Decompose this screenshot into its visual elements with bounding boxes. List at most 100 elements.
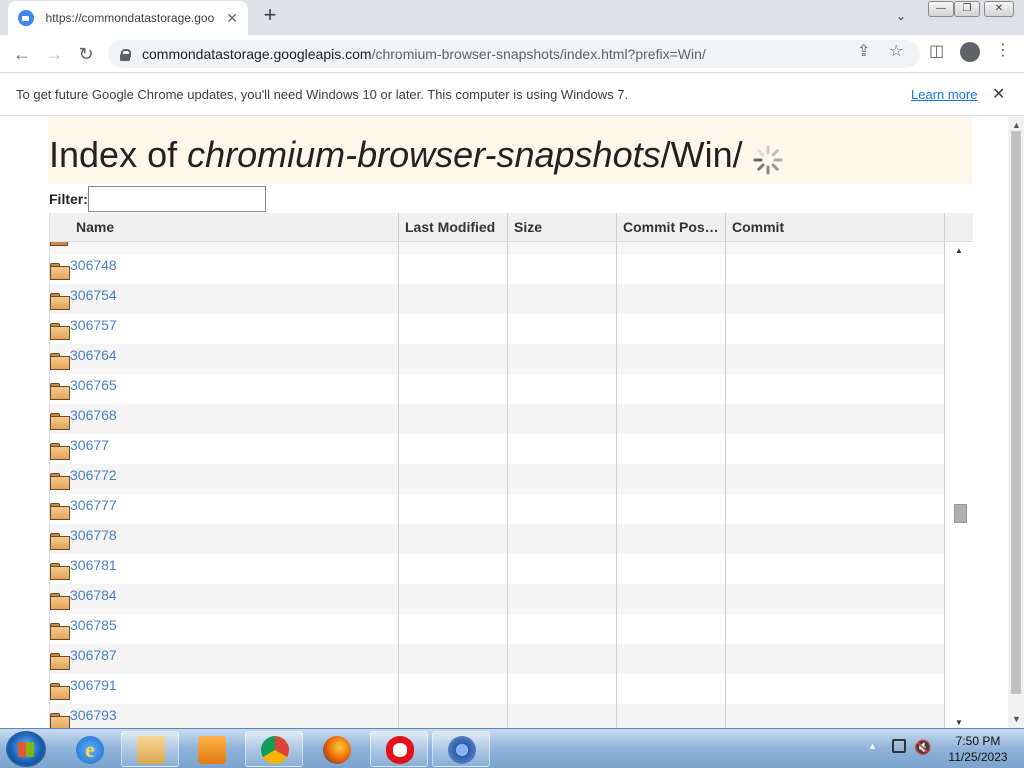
folder-icon [50, 533, 70, 550]
taskbar-chrome[interactable] [245, 731, 303, 767]
taskbar-media-player[interactable] [182, 731, 240, 767]
column-divider [398, 213, 399, 728]
window-close-button[interactable]: ✕ [984, 1, 1014, 17]
column-header-size[interactable]: Size [508, 213, 617, 242]
folder-icon [50, 593, 70, 610]
site-favicon-icon [18, 10, 34, 26]
table-row: 30677 [50, 434, 945, 464]
table-row: 306757 [50, 314, 945, 344]
page-scrollbar[interactable]: ▲ ▼ [1008, 116, 1024, 728]
folder-icon [50, 503, 70, 520]
directory-link[interactable]: 306764 [70, 347, 117, 363]
folder-icon [50, 293, 70, 310]
table-row: 306781 [50, 554, 945, 584]
network-icon[interactable] [892, 739, 906, 753]
taskbar-chromium[interactable] [432, 731, 490, 767]
page-viewport: Index of chromium-browser-snapshots/Win/… [0, 116, 1008, 728]
learn-more-link[interactable]: Learn more [911, 87, 977, 102]
page-scroll-thumb[interactable] [1011, 131, 1021, 694]
page-scroll-down-icon[interactable]: ▼ [1012, 714, 1021, 724]
directory-link[interactable]: 306787 [70, 647, 117, 663]
column-header-name[interactable]: Name [70, 213, 399, 242]
folder-icon [50, 623, 70, 640]
restore-button[interactable]: ❐ [954, 1, 980, 17]
folder-icon [50, 323, 70, 340]
directory-link[interactable]: 306793 [70, 707, 117, 723]
folder-icon [50, 263, 70, 280]
scroll-up-arrow-icon[interactable]: ▲ [955, 246, 963, 255]
opera-icon [386, 736, 414, 764]
share-icon[interactable]: ⇪ [857, 41, 870, 61]
directory-link[interactable]: 306754 [70, 287, 117, 303]
scroll-down-arrow-icon[interactable]: ▼ [955, 718, 963, 727]
column-header-last-modified[interactable]: Last Modified [399, 213, 508, 242]
folder-icon [50, 713, 70, 728]
profile-avatar-icon[interactable] [960, 42, 980, 62]
table-row-partial [50, 242, 945, 254]
table-header: Name Last Modified Size Commit Pos… Comm… [50, 213, 973, 242]
system-clock[interactable]: 7:50 PM 11/25/2023 [938, 733, 1018, 765]
table-row: 306778 [50, 524, 945, 554]
column-header-commit-position[interactable]: Commit Pos… [617, 213, 726, 242]
windows-taskbar: e ▲ 🔇 7:50 PM 11/25/2023 [0, 728, 1024, 768]
directory-link[interactable]: 306765 [70, 377, 117, 393]
table-row: 306765 [50, 374, 945, 404]
file-table: Name Last Modified Size Commit Pos… Comm… [49, 213, 973, 728]
table-scrollbar[interactable]: ▲ ▼ [945, 242, 973, 728]
url-host: commondatastorage.googleapis.com [142, 46, 372, 62]
chromium-icon [448, 736, 476, 764]
side-panel-icon[interactable]: ◫ [929, 41, 944, 61]
lock-icon[interactable] [120, 48, 131, 61]
volume-muted-icon[interactable]: 🔇 [914, 739, 931, 756]
address-bar[interactable]: commondatastorage.googleapis.com/chromiu… [108, 40, 920, 68]
filter-input[interactable] [88, 186, 266, 212]
tab-search-chevron-icon[interactable]: ⌄ [896, 9, 906, 23]
folder-icon [50, 242, 68, 246]
directory-link[interactable]: 306772 [70, 467, 117, 483]
reload-button[interactable]: ↻ [73, 41, 99, 67]
directory-link[interactable]: 306778 [70, 527, 117, 543]
bookmark-star-icon[interactable]: ☆ [889, 41, 903, 61]
folder-icon [50, 473, 70, 490]
taskbar-firefox[interactable] [307, 731, 365, 767]
taskbar-internet-explorer[interactable]: e [60, 731, 118, 767]
table-row: 306754 [50, 284, 945, 314]
start-button[interactable] [6, 731, 46, 767]
close-tab-icon[interactable]: ✕ [226, 10, 238, 27]
directory-link[interactable]: 306785 [70, 617, 117, 633]
new-tab-button[interactable]: + [259, 4, 281, 26]
table-row: 306791 [50, 674, 945, 704]
browser-tab[interactable]: https://commondatastorage.goo ✕ [8, 1, 248, 35]
infobar-close-icon[interactable]: ✕ [992, 84, 1005, 104]
directory-link[interactable]: 306784 [70, 587, 117, 603]
firefox-icon [323, 736, 351, 764]
minimize-button[interactable]: — [928, 1, 954, 17]
directory-link[interactable]: 306748 [70, 257, 117, 273]
update-infobar: To get future Google Chrome updates, you… [0, 72, 1024, 116]
directory-link[interactable]: 306781 [70, 557, 117, 573]
table-scroll-thumb[interactable] [954, 504, 967, 523]
title-bucket: chromium-browser-snapshots [187, 134, 661, 175]
column-header-commit[interactable]: Commit [726, 213, 945, 242]
directory-link[interactable]: 306777 [70, 497, 117, 513]
table-row: 306793 [50, 704, 945, 728]
forward-button[interactable]: → [41, 41, 67, 67]
directory-link[interactable]: 306768 [70, 407, 117, 423]
url-text[interactable]: commondatastorage.googleapis.com/chromiu… [142, 46, 706, 62]
taskbar-opera[interactable] [370, 731, 428, 767]
table-body: 306748 306754 306757 306764 306765 306768 3067… [50, 254, 945, 728]
page-scroll-up-icon[interactable]: ▲ [1012, 120, 1021, 130]
browser-toolbar: ← → ↻ commondatastorage.googleapis.com/c… [0, 35, 1024, 72]
back-button[interactable]: ← [9, 41, 35, 67]
folder-icon [50, 413, 70, 430]
table-row: 306784 [50, 584, 945, 614]
taskbar-explorer[interactable] [121, 731, 179, 767]
tray-overflow-icon[interactable]: ▲ [868, 741, 877, 751]
table-row: 306768 [50, 404, 945, 434]
chrome-menu-icon[interactable]: ⋮ [995, 40, 1011, 60]
directory-link[interactable]: 306757 [70, 317, 117, 333]
directory-link[interactable]: 306791 [70, 677, 117, 693]
url-path: /chromium-browser-snapshots/index.html?p… [371, 46, 706, 62]
directory-link[interactable]: 30677 [70, 437, 109, 453]
tab-title: https://commondatastorage.goo [45, 11, 215, 25]
